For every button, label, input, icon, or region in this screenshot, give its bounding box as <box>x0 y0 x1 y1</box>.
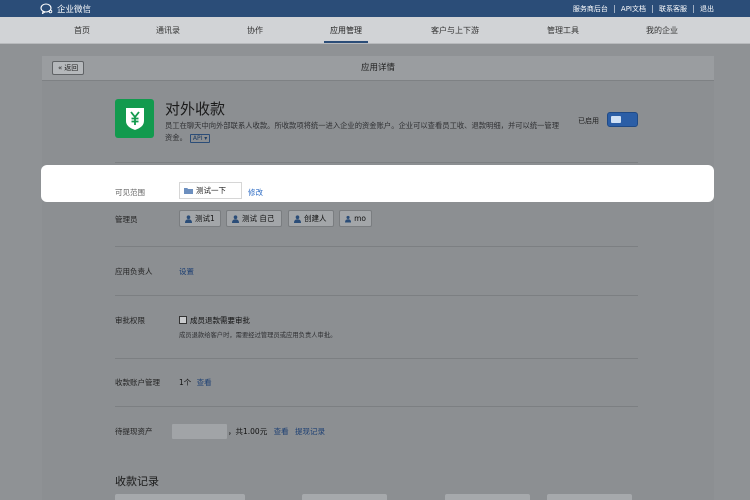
logout-link[interactable]: 退出 <box>700 4 714 14</box>
top-bar: 企业微信 服务商后台 API文档 联系客服 退出 <box>0 0 750 17</box>
nav-app-management[interactable]: 应用管理 <box>324 17 368 44</box>
double-chevron-left-icon: « <box>58 64 63 72</box>
top-links: 服务商后台 API文档 联系客服 退出 <box>573 0 714 17</box>
admin-name: 创建人 <box>304 214 327 223</box>
nav-my-enterprise[interactable]: 我的企业 <box>646 17 678 44</box>
admin-chip[interactable]: 测试 自己 <box>226 210 282 227</box>
withdraw-label: 待提现资产 <box>115 427 153 436</box>
approval-label: 审批权限 <box>115 316 145 325</box>
divider <box>115 162 638 163</box>
admin-name: 测试 自己 <box>242 214 275 223</box>
admin-chip[interactable]: 测试1 <box>179 210 221 227</box>
withdraw-total-text: ，共1.00元 <box>228 427 268 436</box>
withdraw-total: ，共1.00元 查看 提现记录 <box>228 426 325 437</box>
withdraw-view-link[interactable]: 查看 <box>274 427 289 436</box>
app-icon <box>115 99 154 138</box>
scope-edit-link[interactable]: 修改 <box>248 187 263 198</box>
divider <box>115 246 638 247</box>
app-description: 员工在聊天中向外部联系人收款。所收款项将统一进入企业的资金账户。企业可以查看员工… <box>165 120 565 144</box>
back-button-label: 返回 <box>64 64 79 72</box>
approval-note: 成员退款给客户时，需要经过管理员或应用负责人审批。 <box>179 332 337 339</box>
provider-backend-link[interactable]: 服务商后台 <box>573 4 608 14</box>
owner-set-link[interactable]: 设置 <box>179 266 194 277</box>
admin-chip[interactable]: mo <box>339 210 372 227</box>
withdraw-records-link[interactable]: 提现记录 <box>295 427 325 436</box>
table-header-bar <box>302 494 387 500</box>
scope-value: 测试一下 <box>196 186 226 195</box>
app-detail-card: 应用详情 « 返回 对外收款 员工在聊天中向外部联系人收款。所收款项将统一进入企… <box>42 56 714 500</box>
contact-support-link[interactable]: 联系客服 <box>659 4 687 14</box>
yen-shield-icon <box>125 107 144 130</box>
accounts-value: 1个 查看 <box>179 377 212 388</box>
card-header: 应用详情 « 返回 <box>42 56 714 81</box>
folder-icon <box>184 188 193 194</box>
person-icon <box>185 214 192 223</box>
withdraw-amount-redacted <box>172 424 227 439</box>
scope-label: 可见范围 <box>115 188 145 197</box>
nav-management-tools[interactable]: 管理工具 <box>547 17 579 44</box>
admin-name: 测试1 <box>195 214 215 223</box>
scope-chip[interactable]: 测试一下 <box>179 182 242 199</box>
divider <box>115 406 638 407</box>
owner-label: 应用负责人 <box>115 267 153 276</box>
divider <box>613 4 615 13</box>
nav-contacts[interactable]: 通讯录 <box>156 17 180 44</box>
wecom-logo-icon <box>40 3 53 14</box>
app-description-text: 员工在聊天中向外部联系人收款。所收款项将统一进入企业的资金账户。企业可以查看员工… <box>165 121 560 142</box>
records-title: 收款记录 <box>115 475 159 488</box>
app-name: 对外收款 <box>165 100 226 118</box>
person-icon <box>294 214 301 223</box>
status-label: 已启用 <box>578 117 599 125</box>
admin-chip[interactable]: 创建人 <box>288 210 334 227</box>
accounts-count: 1个 <box>179 378 192 387</box>
back-button[interactable]: « 返回 <box>52 61 85 75</box>
admin-name: mo <box>354 214 366 223</box>
api-tag[interactable]: API ▾ <box>189 134 211 143</box>
table-header-bar <box>115 494 245 500</box>
nav-collaboration[interactable]: 协作 <box>247 17 263 44</box>
page-title: 应用详情 <box>360 63 395 73</box>
accounts-view-link[interactable]: 查看 <box>197 378 212 387</box>
approval-checkbox-row[interactable]: 成员退款需要审批 <box>179 315 250 326</box>
divider <box>652 4 653 13</box>
logo[interactable]: 企业微信 <box>40 2 91 15</box>
table-header-bar <box>547 494 632 500</box>
admins-label: 管理员 <box>115 215 138 224</box>
divider <box>693 4 694 13</box>
main-nav: 首页 通讯录 协作 应用管理 客户与上下游 管理工具 我的企业 <box>0 17 750 44</box>
logo-text: 企业微信 <box>57 4 92 15</box>
divider <box>115 295 638 296</box>
nav-customers-partners[interactable]: 客户与上下游 <box>431 17 479 44</box>
nav-home[interactable]: 首页 <box>74 17 90 44</box>
api-docs-link[interactable]: API文档 <box>621 4 646 14</box>
person-icon <box>345 215 352 222</box>
toggle-knob <box>611 116 621 123</box>
person-icon <box>232 214 239 223</box>
api-tag-label: API <box>192 135 203 142</box>
table-header-bar <box>445 494 530 500</box>
enable-toggle[interactable] <box>607 112 638 127</box>
divider <box>115 358 638 359</box>
approval-checkbox-label: 成员退款需要审批 <box>190 316 250 325</box>
accounts-label: 收款账户管理 <box>115 378 160 387</box>
approval-checkbox[interactable] <box>179 316 187 324</box>
